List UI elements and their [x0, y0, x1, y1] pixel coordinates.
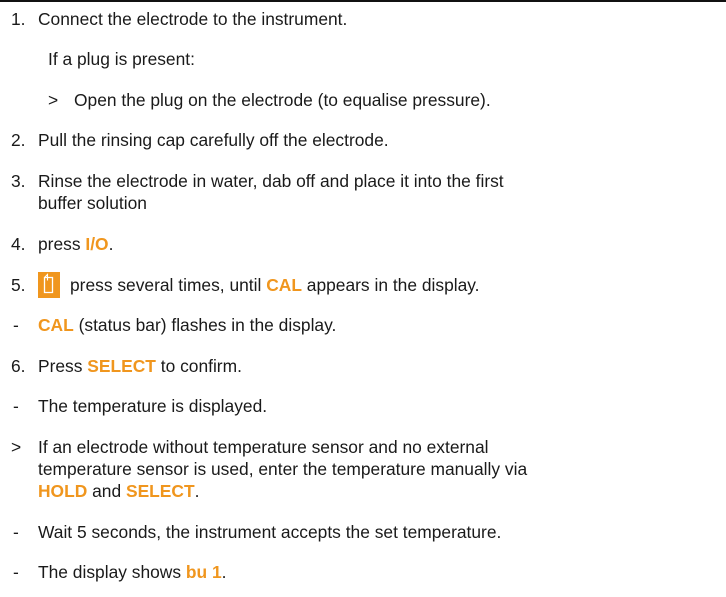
action-text-mid: and: [87, 481, 126, 501]
step-text-pre: press: [38, 234, 86, 254]
result-marker: -: [13, 315, 19, 335]
action-text: temperature sensor is used, enter the te…: [38, 459, 528, 479]
step-text: Connect the electrode to the instrument.: [38, 9, 348, 29]
select-label: SELECT: [87, 356, 156, 376]
soft-key-icon: [38, 272, 60, 298]
substep-marker: >: [48, 90, 59, 110]
key-io-label: I/O: [85, 234, 109, 254]
result-marker: -: [13, 396, 19, 416]
cal-label: CAL: [38, 315, 74, 335]
result-text: CAL (status bar) flashes in the display.: [38, 314, 336, 336]
step-text: buffer solution: [38, 193, 147, 213]
action-text: If an electrode without temperature sens…: [38, 437, 489, 457]
step-text: Pull the rinsing cap carefully off the e…: [38, 130, 389, 150]
step-number: 4.: [11, 234, 26, 254]
result-text: The display shows bu 1.: [38, 561, 226, 583]
hold-label: HOLD: [38, 481, 88, 501]
step-text: Rinse the electrode in water, dab off an…: [38, 171, 504, 191]
action-text-post: .: [194, 481, 200, 501]
substep-text: Open the plug on the electrode (to equal…: [74, 90, 491, 110]
result-text-pre: The display shows: [38, 562, 186, 582]
step-number: 3.: [11, 171, 26, 191]
step-text-post: appears in the display.: [301, 275, 480, 295]
result-text: The temperature is displayed.: [38, 396, 268, 416]
step-text-pre: press several times, until: [70, 275, 267, 295]
step-text: Press SELECT to confirm.: [38, 355, 242, 377]
step-text-post: to confirm.: [155, 356, 242, 376]
result-marker: -: [13, 562, 19, 582]
cal-label: CAL: [266, 275, 302, 295]
step-text: press I/O.: [38, 233, 113, 255]
top-rule: [0, 0, 726, 2]
action-marker: >: [11, 437, 22, 457]
action-text: HOLD and SELECT.: [38, 480, 199, 502]
step-text-pre: Press: [38, 356, 88, 376]
result-text-post: (status bar) flashes in the display.: [73, 315, 337, 335]
note-text: If a plug is present:: [48, 49, 195, 69]
step-text: press several times, until CAL appears i…: [70, 274, 480, 296]
step-number: 5.: [11, 275, 26, 295]
step-text-post: .: [108, 234, 114, 254]
step-number: 1.: [11, 9, 26, 29]
result-text: Wait 5 seconds, the instrument accepts t…: [38, 522, 502, 542]
select-label: SELECT: [125, 481, 195, 501]
bu1-label: bu 1: [185, 562, 222, 582]
step-number: 6.: [11, 356, 26, 376]
result-marker: -: [13, 522, 19, 542]
step-number: 2.: [11, 130, 26, 150]
result-text-post: .: [221, 562, 227, 582]
